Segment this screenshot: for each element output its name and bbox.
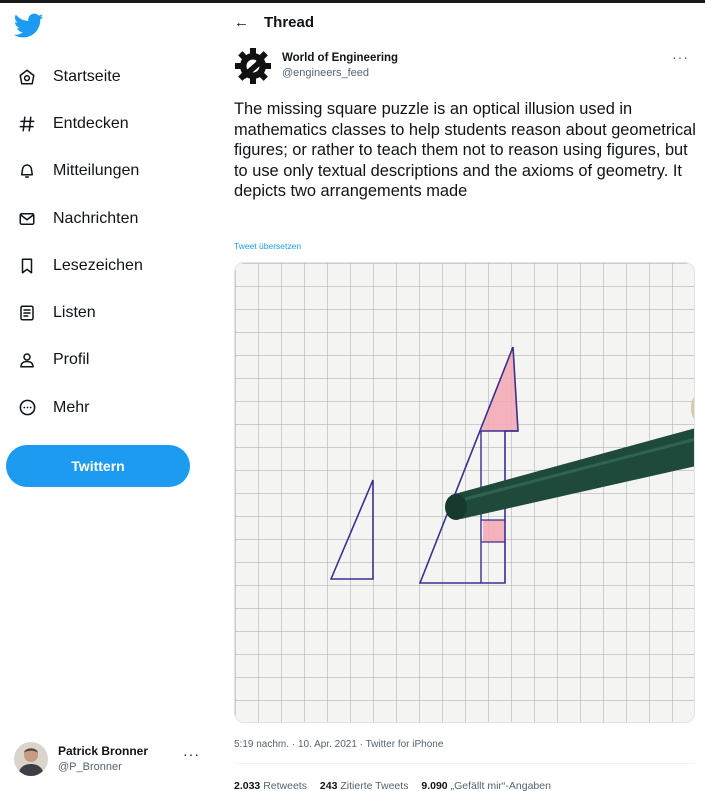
retweets-label: Retweets: [263, 780, 307, 791]
likes-stat[interactable]: 9.090 „Gefällt mir“-Angaben: [421, 780, 551, 791]
nav-menu: Startseite Entdecken Mitteilungen Nachri…: [0, 53, 210, 431]
person-icon: [16, 349, 38, 371]
nav-item-lists[interactable]: Listen: [0, 289, 210, 336]
retweets-stat[interactable]: 2.033 Retweets: [234, 780, 307, 791]
tweet-time[interactable]: 5:19 nachm.: [234, 739, 289, 750]
divider: [234, 763, 695, 764]
profile-handle: @P_Bronner: [58, 761, 122, 773]
translate-link[interactable]: Tweet übersetzen: [234, 241, 301, 251]
tweet-text: The missing square puzzle is an optical …: [234, 100, 696, 200]
bell-icon: [16, 160, 38, 182]
quotes-count: 243: [319, 780, 338, 791]
nav-item-home[interactable]: Startseite: [0, 53, 210, 100]
nav-item-profile[interactable]: Profil: [0, 337, 210, 384]
avatar: [14, 742, 48, 776]
tweet-stats: 2.033 Retweets 243 Zitierte Tweets 9.090…: [234, 780, 561, 791]
nav-item-notifications[interactable]: Mitteilungen: [0, 148, 210, 195]
nav-item-explore[interactable]: Entdecken: [0, 100, 210, 147]
nav-item-label: Startseite: [53, 67, 121, 85]
twitter-bird-icon[interactable]: [13, 13, 48, 43]
likes-count: 9.090: [421, 780, 448, 791]
nav-item-label: Listen: [53, 304, 96, 322]
tweet-image[interactable]: [234, 262, 695, 723]
author-name[interactable]: World of Engineering: [282, 51, 398, 66]
sidebar: Startseite Entdecken Mitteilungen Nachri…: [0, 3, 210, 791]
home-icon: [16, 66, 38, 88]
nav-item-label: Profil: [53, 351, 90, 369]
tweet-timestamp: 5:19 nachm. · 10. Apr. 2021 · Twitter fo…: [234, 739, 443, 750]
bookmark-icon: [16, 255, 38, 277]
tweet-author: World of Engineering @engineers_feed: [234, 47, 398, 85]
account-switcher[interactable]: Patrick Bronner @P_Bronner ···: [14, 736, 204, 782]
nav-item-label: Entdecken: [53, 114, 129, 132]
retweets-count: 2.033: [234, 780, 261, 791]
main-column: ← Thread World of Engineering @engineers…: [222, 3, 705, 791]
more-icon: ···: [183, 746, 200, 762]
nav-item-more[interactable]: Mehr: [0, 384, 210, 431]
separator: ·: [289, 739, 298, 750]
author-handle: @engineers_feed: [282, 67, 370, 79]
nav-item-label: Nachrichten: [53, 209, 139, 227]
more-circle-icon: [16, 397, 38, 419]
nav-item-label: Mehr: [53, 398, 90, 416]
list-icon: [16, 302, 38, 324]
profile-name: Patrick Bronner: [58, 744, 149, 758]
more-icon[interactable]: ···: [672, 49, 689, 65]
back-arrow-icon[interactable]: ←: [234, 14, 264, 31]
gear-logo-avatar[interactable]: [234, 47, 272, 85]
tweet-button[interactable]: Twittern: [6, 445, 190, 487]
quotes-label: Zitierte Tweets: [340, 780, 409, 791]
likes-label: „Gefällt mir“-Angaben: [450, 780, 551, 791]
nav-item-messages[interactable]: Nachrichten: [0, 195, 210, 242]
separator: ·: [356, 739, 366, 750]
quotes-stat[interactable]: 243 Zitierte Tweets: [320, 780, 409, 791]
envelope-icon: [16, 208, 38, 230]
tweet-source: Twitter for iPhone: [365, 739, 444, 750]
hashtag-icon: [16, 113, 38, 135]
thread-header: ← Thread: [234, 10, 314, 34]
page-title: Thread: [264, 13, 315, 31]
nav-item-label: Lesezeichen: [53, 256, 143, 274]
nav-item-label: Mitteilungen: [53, 162, 140, 180]
nav-item-bookmarks[interactable]: Lesezeichen: [0, 242, 210, 289]
tweet-date[interactable]: 10. Apr. 2021: [298, 739, 357, 750]
